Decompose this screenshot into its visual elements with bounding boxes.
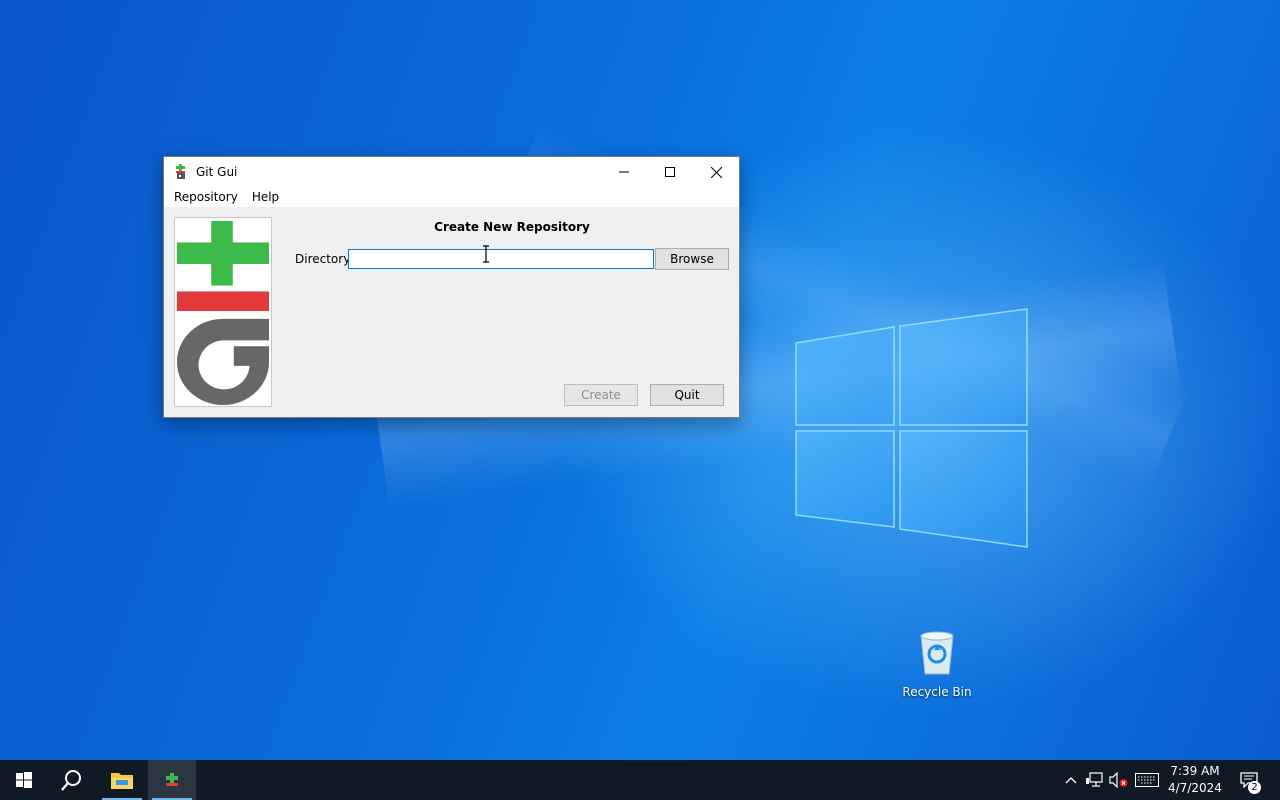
notification-count-badge: 2 bbox=[1248, 781, 1261, 794]
recycle-bin-label: Recycle Bin bbox=[902, 685, 972, 699]
search-button[interactable] bbox=[48, 760, 96, 800]
minimize-button[interactable] bbox=[601, 157, 647, 187]
menu-help[interactable]: Help bbox=[245, 190, 286, 204]
git-gui-app-icon bbox=[176, 164, 185, 179]
recycle-bin[interactable]: Recycle Bin bbox=[895, 630, 979, 699]
touch-keyboard-button[interactable] bbox=[1134, 772, 1160, 788]
start-button[interactable] bbox=[0, 760, 48, 800]
maximize-icon bbox=[665, 167, 675, 177]
git-gui-taskbar-button[interactable] bbox=[148, 760, 196, 800]
clock-date: 4/7/2024 bbox=[1168, 781, 1222, 795]
git-gui-window: Git Gui Repository Help Create New Repos… bbox=[163, 156, 740, 418]
menu-bar: Repository Help bbox=[164, 187, 739, 207]
text-cursor-icon bbox=[483, 245, 489, 263]
clock[interactable]: 7:39 AM 4/7/2024 bbox=[1166, 763, 1224, 797]
volume-muted-icon bbox=[1109, 772, 1128, 788]
show-hidden-icons-button[interactable] bbox=[1063, 772, 1079, 788]
taskbar: 7:39 AM 4/7/2024 2 bbox=[0, 760, 1280, 800]
action-center-button[interactable] bbox=[1232, 760, 1266, 800]
start-icon bbox=[16, 772, 32, 788]
network-button[interactable] bbox=[1086, 772, 1104, 788]
git-gui-icon bbox=[166, 773, 178, 786]
keyboard-icon bbox=[1135, 773, 1159, 787]
title-bar[interactable]: Git Gui bbox=[164, 157, 739, 187]
chevron-up-icon bbox=[1065, 777, 1077, 784]
network-icon bbox=[1086, 772, 1103, 787]
file-explorer-button[interactable] bbox=[98, 760, 146, 800]
menu-repository[interactable]: Repository bbox=[167, 190, 245, 204]
file-explorer-icon bbox=[111, 773, 133, 789]
close-button[interactable] bbox=[693, 157, 739, 187]
maximize-button[interactable] bbox=[647, 157, 693, 187]
window-title: Git Gui bbox=[196, 165, 238, 179]
browse-button[interactable]: Browse bbox=[655, 248, 729, 270]
minimize-icon bbox=[619, 171, 629, 173]
directory-input[interactable] bbox=[348, 249, 654, 269]
windows-logo-wallpaper bbox=[795, 308, 1028, 548]
recycle-bin-icon bbox=[920, 631, 954, 675]
volume-button[interactable] bbox=[1109, 772, 1129, 788]
quit-button[interactable]: Quit bbox=[650, 384, 724, 406]
git-logo-image bbox=[174, 217, 272, 407]
close-icon bbox=[710, 166, 722, 178]
create-button[interactable]: Create bbox=[564, 384, 638, 406]
search-icon bbox=[61, 770, 81, 791]
create-repository-panel: Create New Repository Directory: Browse … bbox=[164, 207, 739, 417]
directory-label: Directory: bbox=[295, 252, 354, 266]
dialog-heading: Create New Repository bbox=[434, 220, 590, 234]
clock-time: 7:39 AM bbox=[1170, 764, 1220, 778]
